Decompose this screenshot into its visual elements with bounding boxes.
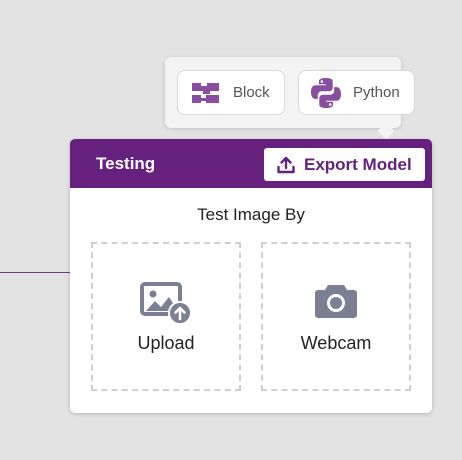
test-image-by-heading: Test Image By xyxy=(197,205,305,224)
popover-tail xyxy=(377,122,395,140)
block-label: Block xyxy=(233,84,270,101)
python-label: Python xyxy=(353,84,400,101)
upload-option[interactable]: Upload xyxy=(91,242,241,391)
block-button[interactable]: Block xyxy=(177,70,285,115)
testing-title: Testing xyxy=(96,154,156,173)
python-logo-icon xyxy=(309,76,343,110)
export-model-label: Export Model xyxy=(304,154,412,174)
upload-label: Upload xyxy=(137,333,195,353)
webcam-label: Webcam xyxy=(300,333,372,353)
webcam-option[interactable]: Webcam xyxy=(261,242,411,391)
upload-tray-icon xyxy=(276,155,296,175)
code-view-popover: Block Python xyxy=(165,57,415,140)
testing-header: Testing Export Model xyxy=(70,139,432,188)
export-model-button[interactable]: Export Model xyxy=(264,148,425,181)
python-button[interactable]: Python xyxy=(298,70,415,115)
camera-icon xyxy=(263,282,409,320)
block-stack-icon xyxy=(190,82,221,104)
image-upload-icon xyxy=(93,282,239,326)
connector-line xyxy=(0,272,70,273)
testing-panel: Testing Export Model Test Image By Uploa… xyxy=(70,139,432,413)
